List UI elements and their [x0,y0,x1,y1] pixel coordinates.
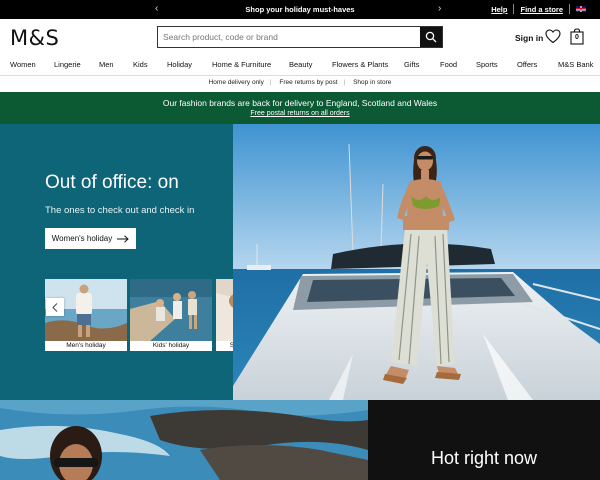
lower-hero-image[interactable] [0,400,368,480]
search-bar [157,26,443,48]
hero-image[interactable] [233,124,600,400]
divider [0,75,600,76]
kids-holiday-image [130,279,212,341]
ms-logo[interactable]: M&S [10,26,59,50]
heart-icon[interactable] [545,29,561,44]
hot-right-now-title: Hot right now [430,448,538,468]
nav-item-beauty[interactable]: Beauty [289,60,312,69]
promo-next-icon[interactable]: › [438,3,441,15]
find-store-link[interactable]: Find a store [520,5,563,14]
nav-item-ms-bank[interactable]: M&S Bank [558,60,593,69]
service-free-returns[interactable]: Free returns by post [273,79,343,86]
nav-item-gifts[interactable]: Gifts [404,60,419,69]
sign-in-link[interactable]: Sign in [515,33,543,43]
search-icon [425,31,437,43]
nav-item-home-furniture[interactable]: Home & Furniture [212,60,271,69]
main-nav: Women Lingerie Men Kids Holiday Home & F… [0,60,600,74]
button-label: Women's holiday [51,234,113,243]
arrow-right-icon [117,234,130,243]
nav-item-sports[interactable]: Sports [476,60,498,69]
hero-panel [0,124,233,400]
banner-message: Our fashion brands are back for delivery… [162,98,438,108]
hero-subtitle: The ones to check out and check in [45,205,195,216]
chevron-left-icon [52,302,58,312]
womens-holiday-button[interactable]: Women's holiday [45,228,136,249]
nav-item-kids[interactable]: Kids [133,60,148,69]
nav-item-men[interactable]: Men [99,60,114,69]
tile-caption: Kids' holiday [152,342,190,349]
nav-item-flowers-plants[interactable]: Flowers & Plants [332,60,388,69]
carousel-prev-button[interactable] [46,298,64,316]
nav-item-holiday[interactable]: Holiday [167,60,192,69]
nav-item-offers[interactable]: Offers [517,60,537,69]
service-strip: Home delivery only | Free returns by post… [0,79,600,86]
tile-caption: Men's holiday [66,342,106,349]
promo-bar: ‹ Shop your holiday must-haves › Help Fi… [0,0,600,19]
free-returns-link[interactable]: Free postal returns on all orders [0,110,600,117]
service-home-delivery[interactable]: Home delivery only [203,79,270,86]
nav-item-women[interactable]: Women [10,60,36,69]
divider [513,4,515,14]
utility-links: Help Find a store [491,4,586,14]
help-link[interactable]: Help [491,5,507,14]
divider [569,4,570,14]
delivery-banner: Our fashion brands are back for delivery… [0,92,600,124]
divider: | [343,79,346,86]
tile-kids-holiday[interactable]: Kids' holiday [130,279,212,351]
divider: | [269,79,272,86]
nav-item-lingerie[interactable]: Lingerie [54,60,81,69]
service-shop-in-store[interactable]: Shop in store [347,79,397,86]
search-button[interactable] [420,27,442,47]
uk-flag-icon[interactable] [576,6,586,12]
hero-title: Out of office: on [45,172,179,193]
bag-count: 0 [575,34,579,41]
nav-item-food[interactable]: Food [440,60,457,69]
search-input[interactable] [158,27,420,47]
